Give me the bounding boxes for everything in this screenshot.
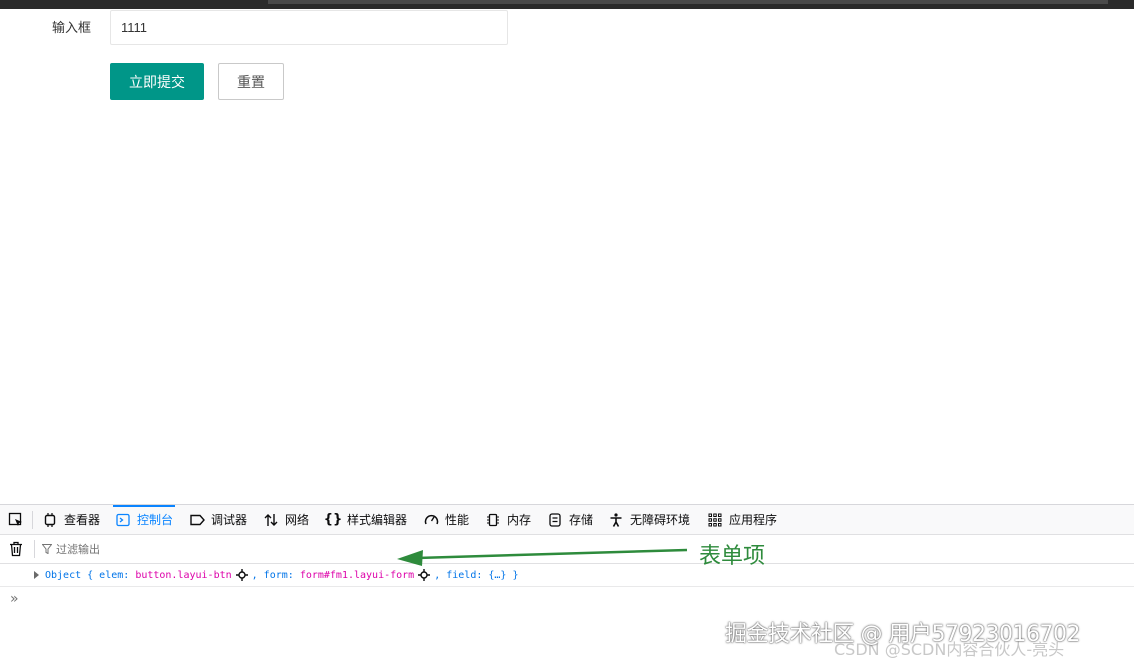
tab-memory[interactable]: 内存 (485, 505, 531, 534)
tab-accessibility[interactable]: 无障碍环境 (608, 505, 690, 534)
tab-inspector[interactable]: 查看器 (42, 505, 100, 534)
element-picker-icon[interactable] (6, 511, 26, 529)
tab-label: 查看器 (64, 513, 101, 527)
browser-top-bar (0, 0, 1134, 9)
expand-triangle-icon[interactable] (34, 571, 39, 579)
tab-performance[interactable]: 性能 (423, 505, 469, 534)
filter-icon (42, 544, 52, 554)
input-label: 输入框 (52, 21, 92, 36)
console-prompt[interactable]: » (10, 591, 19, 607)
application-icon (707, 512, 723, 528)
tab-label: 网络 (285, 513, 310, 527)
log-separator: , form: (251, 569, 300, 581)
performance-icon (423, 512, 439, 528)
accessibility-icon (608, 512, 624, 528)
tab-storage[interactable]: 存储 (547, 505, 593, 534)
log-elem-value[interactable]: button.layui-btn (135, 570, 231, 581)
watermark-primary: 掘金技术社区 @ 用户57923016702 (725, 622, 1080, 647)
log-separator: , field: (434, 569, 489, 581)
inspector-icon (42, 512, 58, 528)
tab-network[interactable]: 网络 (263, 505, 309, 534)
annotation-arrow (397, 548, 688, 566)
log-prefix: Object { elem: (45, 569, 136, 581)
tab-application[interactable]: 应用程序 (707, 505, 777, 534)
tab-debugger[interactable]: 调试器 (189, 505, 247, 534)
log-suffix: } (506, 569, 519, 581)
log-field-value[interactable]: {…} (488, 570, 506, 581)
tab-label: 存储 (569, 513, 594, 527)
storage-icon (547, 512, 563, 528)
tab-label: 调试器 (211, 513, 248, 527)
devtools-tab-bar: 查看器 控制台 调试器 网络 {} 样式编辑器 性能 内存 存储 无障碍环境 应… (0, 505, 1134, 535)
reset-button[interactable]: 重置 (218, 63, 284, 100)
filter-separator (34, 540, 35, 558)
submit-button[interactable]: 立即提交 (110, 63, 204, 100)
tab-label: 应用程序 (729, 513, 778, 527)
node-target-icon[interactable] (235, 569, 248, 581)
tab-label: 样式编辑器 (347, 513, 408, 527)
style-editor-icon: {} (323, 512, 343, 527)
filter-output-input[interactable]: 过滤输出 (42, 540, 100, 558)
memory-icon (485, 512, 501, 528)
tab-console[interactable]: 控制台 (112, 505, 176, 534)
text-input[interactable] (110, 10, 508, 45)
network-icon (263, 512, 279, 528)
tab-label: 无障碍环境 (630, 513, 691, 527)
node-target-icon[interactable] (418, 569, 431, 581)
filter-placeholder: 过滤输出 (56, 543, 100, 556)
console-icon (115, 512, 131, 528)
debugger-icon (189, 512, 205, 528)
tab-style-editor[interactable]: {} 样式编辑器 (323, 505, 408, 534)
tab-label: 内存 (507, 513, 532, 527)
tab-separator (32, 511, 33, 529)
tab-label: 性能 (445, 513, 470, 527)
clear-console-icon[interactable] (8, 541, 24, 557)
top-bar-segment (268, 0, 1108, 4)
tab-label: 控制台 (137, 513, 174, 527)
annotation-label: 表单项 (699, 544, 766, 569)
log-form-value[interactable]: form#fm1.layui-form (300, 570, 414, 581)
